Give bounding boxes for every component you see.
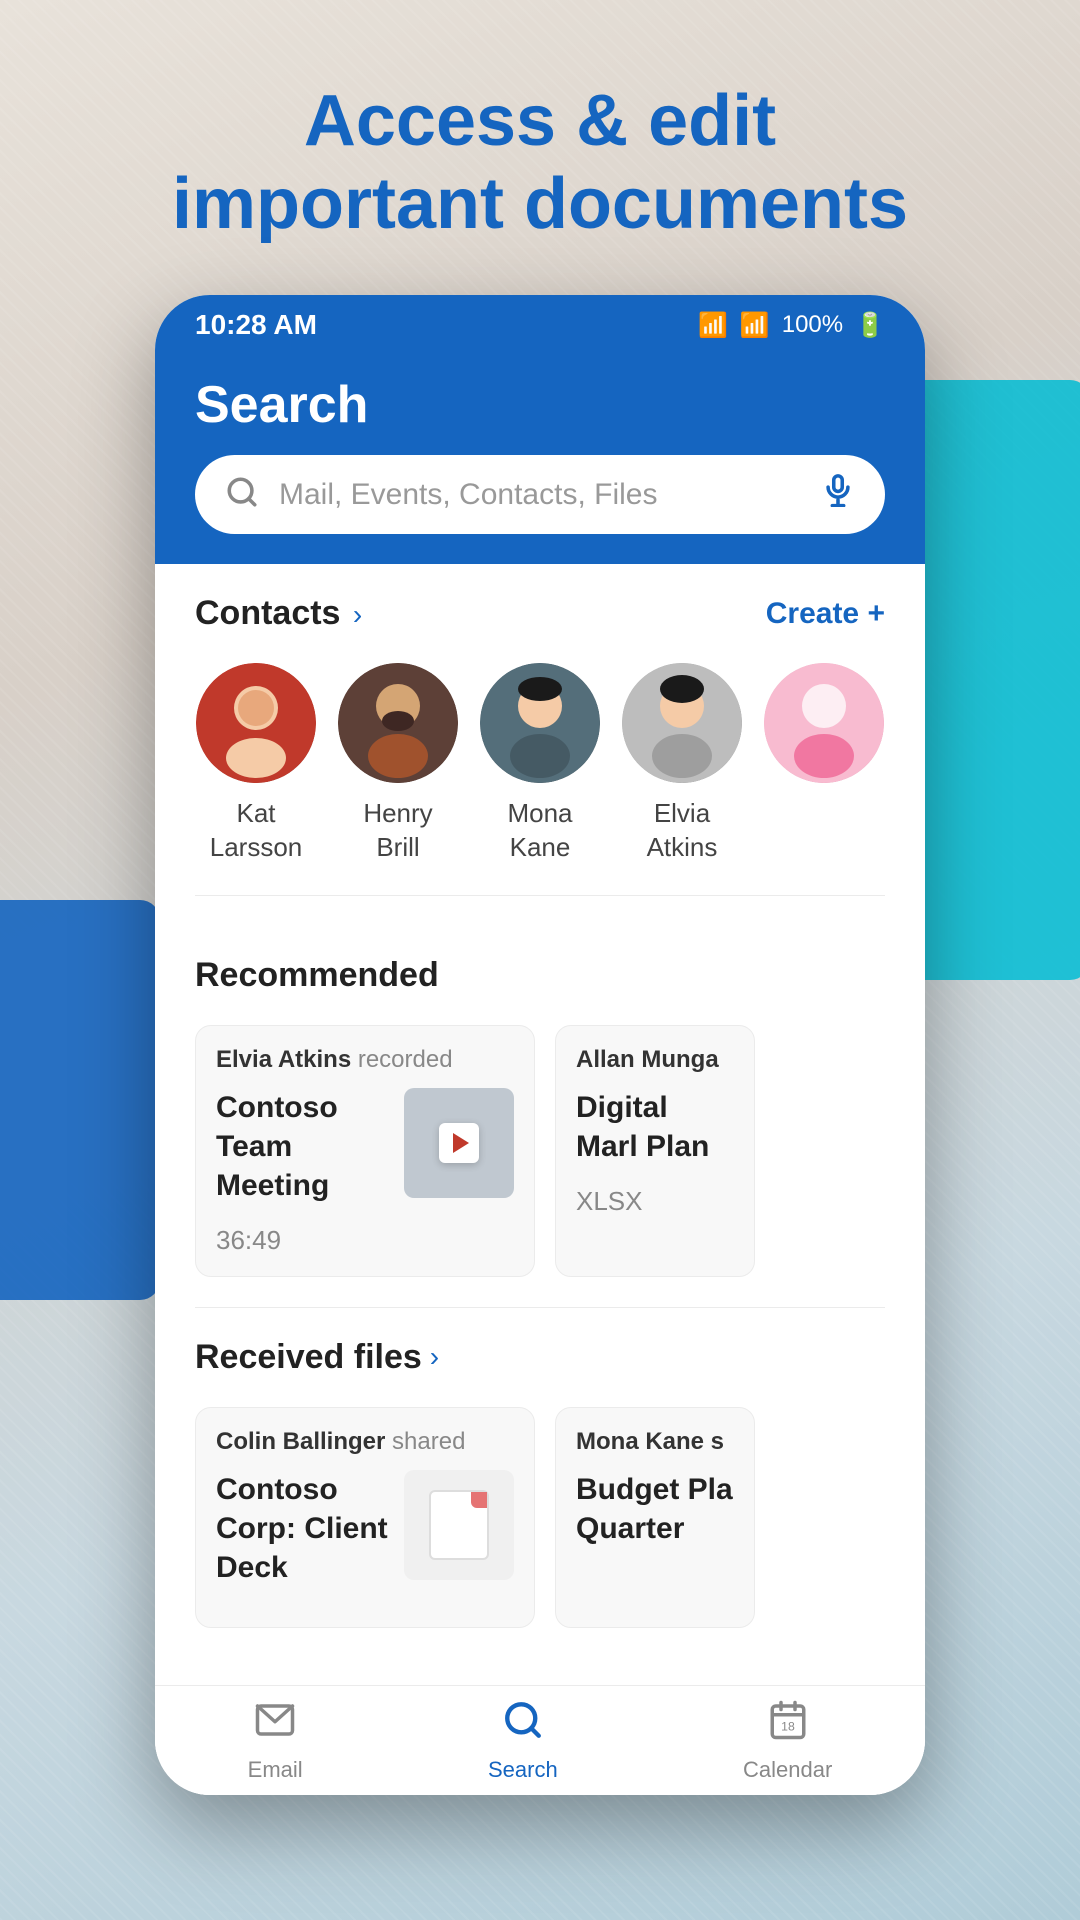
card-author-name: Mona Kane s (576, 1428, 724, 1455)
contacts-title: Contacts › (195, 594, 362, 633)
phone-frame: 10:28 AM 📶 📶 100% 🔋 Search Mail, Events,… (155, 295, 925, 1795)
signal-icon: 📶 (740, 311, 770, 340)
rec-card[interactable]: Elvia Atkins recorded Contoso Team Meeti… (195, 1025, 535, 1277)
file-icon-corner (471, 1492, 487, 1508)
avatar-elvia (622, 663, 742, 783)
card-meta: XLSX (576, 1186, 734, 1217)
play-triangle-icon (453, 1133, 469, 1153)
bottom-navigation: Email Search 18 Calendar (155, 1685, 925, 1795)
avatar (338, 663, 458, 783)
card-content: Contoso Team Meeting 36:49 (216, 1088, 514, 1256)
contacts-row: Kat Larsson Henry (155, 653, 925, 895)
card-text-area: Budget Pla Quarter (576, 1470, 734, 1548)
search-bar[interactable]: Mail, Events, Contacts, Files (195, 455, 885, 534)
status-icons: 📶 📶 100% 🔋 (698, 311, 885, 340)
nav-label-email: Email (248, 1757, 303, 1783)
search-nav-icon (502, 1699, 544, 1751)
contact-last-name: Kane (510, 831, 571, 865)
play-icon (439, 1123, 479, 1163)
headline-line1: Access & edit (304, 81, 776, 161)
search-icon (225, 475, 259, 514)
contact-item[interactable] (753, 663, 895, 865)
card-thumbnail (404, 1088, 514, 1198)
calendar-nav-icon: 18 (767, 1699, 809, 1751)
headline-area: Access & edit important documents (0, 80, 1080, 246)
card-title: Contoso Team Meeting (216, 1088, 390, 1205)
card-meta: 36:49 (216, 1225, 390, 1256)
contact-first-name: Elvia (654, 797, 710, 831)
contact-last-name: Atkins (647, 831, 718, 865)
received-files-section: Received files › Colin Ballinger shared … (155, 1308, 925, 1658)
nav-label-search: Search (488, 1757, 558, 1783)
card-content: Contoso Corp: Client Deck (216, 1470, 514, 1607)
card-author-name: Allan Munga (576, 1046, 719, 1073)
bg-decoration-left (0, 900, 160, 1300)
status-bar: 10:28 AM 📶 📶 100% 🔋 (155, 295, 925, 355)
content-area: Contacts › Create + (155, 564, 925, 1754)
page-title: Search (195, 375, 885, 435)
received-files-header: Received files › (155, 1328, 925, 1397)
headline-line2: important documents (172, 164, 908, 244)
contacts-section-header: Contacts › Create + (155, 564, 925, 653)
avatar (196, 663, 316, 783)
nav-item-email[interactable]: Email (248, 1699, 303, 1783)
contacts-arrow-icon[interactable]: › (353, 599, 362, 630)
search-input[interactable]: Mail, Events, Contacts, Files (279, 478, 801, 512)
contact-last-name: Brill (376, 831, 419, 865)
contact-last-name: Larsson (210, 831, 303, 865)
create-plus-icon: + (867, 597, 885, 630)
battery-label: 100% (782, 311, 843, 339)
svg-text:18: 18 (781, 1719, 795, 1733)
nav-item-calendar[interactable]: 18 Calendar (743, 1699, 832, 1783)
avatar-mona (480, 663, 600, 783)
card-author: Allan Munga (576, 1046, 734, 1074)
avatar (764, 663, 884, 783)
avatar (480, 663, 600, 783)
file-card[interactable]: Colin Ballinger shared Contoso Corp: Cli… (195, 1407, 535, 1628)
contact-first-name: Henry (363, 797, 432, 831)
email-nav-icon (254, 1699, 296, 1751)
rec-card-partial[interactable]: Allan Munga Digital Marl Plan XLSX (555, 1025, 755, 1277)
recommended-header: Recommended (155, 926, 925, 1015)
nav-label-calendar: Calendar (743, 1757, 832, 1783)
contact-item[interactable]: Henry Brill (327, 663, 469, 865)
contact-item[interactable]: Elvia Atkins (611, 663, 753, 865)
create-button[interactable]: Create + (766, 597, 885, 631)
headline-text: Access & edit important documents (60, 80, 1020, 246)
contact-first-name: Kat (236, 797, 275, 831)
contact-first-name: Mona (507, 797, 572, 831)
contact-item[interactable]: Kat Larsson (185, 663, 327, 865)
search-header: Search Mail, Events, Contacts, Files (155, 355, 925, 564)
avatar (622, 663, 742, 783)
wifi-icon: 📶 (698, 311, 728, 340)
card-title: Budget Pla Quarter (576, 1470, 734, 1548)
recommended-cards-row: Elvia Atkins recorded Contoso Team Meeti… (155, 1015, 925, 1297)
avatar-kat (196, 663, 316, 783)
card-author-name: Elvia Atkins (216, 1046, 351, 1073)
card-author-name: Colin Ballinger (216, 1428, 385, 1455)
card-author: Colin Ballinger shared (216, 1428, 514, 1456)
mic-icon[interactable] (821, 473, 855, 516)
received-files-title: Received files (195, 1338, 422, 1377)
recommended-title: Recommended (195, 956, 439, 995)
card-title: Contoso Corp: Client Deck (216, 1470, 390, 1587)
card-text-area: Digital Marl Plan XLSX (576, 1088, 734, 1217)
card-author: Mona Kane s (576, 1428, 734, 1456)
file-thumbnail (404, 1470, 514, 1580)
received-files-arrow-icon[interactable]: › (430, 1341, 439, 1373)
battery-icon: 🔋 (855, 311, 885, 340)
contact-item[interactable]: Mona Kane (469, 663, 611, 865)
avatar-henry (338, 663, 458, 783)
avatar-partial (764, 663, 884, 783)
file-card-partial[interactable]: Mona Kane s Budget Pla Quarter (555, 1407, 755, 1628)
nav-item-search[interactable]: Search (488, 1699, 558, 1783)
card-text-area: Contoso Team Meeting 36:49 (216, 1088, 390, 1256)
received-cards-row: Colin Ballinger shared Contoso Corp: Cli… (155, 1397, 925, 1648)
card-title: Digital Marl Plan (576, 1088, 734, 1166)
card-author: Elvia Atkins recorded (216, 1046, 514, 1074)
card-text-area: Contoso Corp: Client Deck (216, 1470, 390, 1607)
file-icon (429, 1490, 489, 1560)
recommended-section: Recommended Elvia Atkins recorded Contos… (155, 896, 925, 1307)
status-time: 10:28 AM (195, 309, 317, 341)
